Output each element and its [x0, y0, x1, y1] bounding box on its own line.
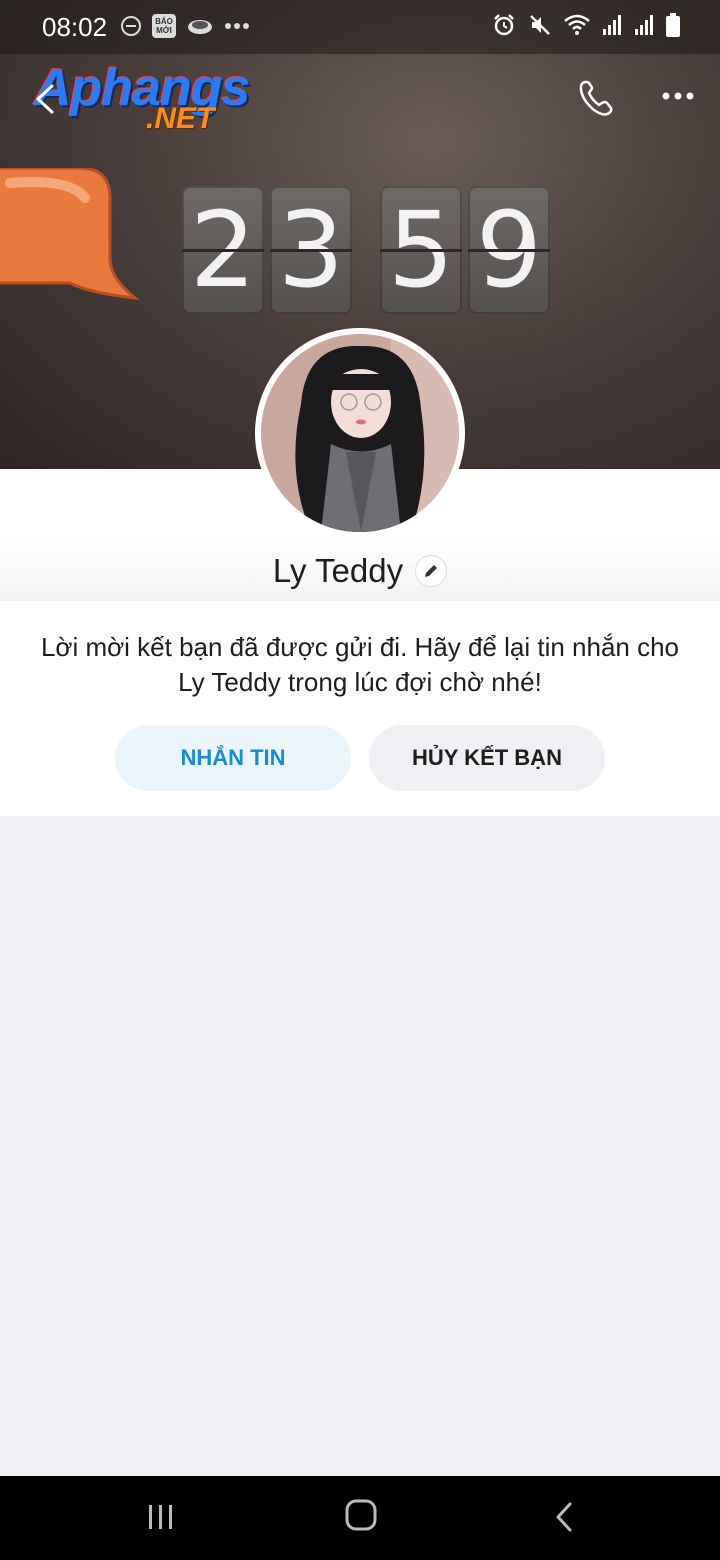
edit-name-button[interactable]: [415, 555, 448, 587]
pencil-icon: [425, 565, 438, 577]
signal-icon: [603, 15, 621, 35]
signal-icon: [635, 15, 653, 35]
bao-moi-label: BÁO: [155, 17, 173, 26]
status-bar: 08:02 BÁO MỚI: [0, 0, 720, 54]
cover-flip-clock: 2 3 5 9: [182, 186, 550, 314]
home-icon[interactable]: [344, 1498, 378, 1532]
cancel-friend-request-button[interactable]: HỦY KẾT BẠN: [369, 725, 605, 791]
phone-icon[interactable]: [576, 78, 616, 118]
profile-name: Ly Teddy: [272, 552, 404, 589]
status-time: 08:02: [42, 12, 108, 42]
watermark-logo: Aphangs .NET: [34, 58, 264, 138]
wifi-icon: [564, 14, 590, 35]
more-dots-icon: [225, 23, 249, 29]
avatar-frame[interactable]: [255, 328, 465, 538]
bao-moi-label: MỚI: [156, 26, 172, 35]
recent-apps-icon[interactable]: [146, 1502, 176, 1532]
minus-circle-icon: [121, 16, 141, 36]
avatar-photo: [261, 334, 459, 532]
profile-name-row: Ly Teddy: [0, 552, 720, 590]
clock-digit: 3: [270, 186, 352, 314]
status-right-icons: [492, 13, 680, 37]
more-options-icon[interactable]: [656, 80, 700, 112]
battery-icon: [666, 13, 680, 37]
clock-digit: 2: [182, 186, 264, 314]
avatar[interactable]: [261, 334, 459, 532]
watermark-main-text: Aphangs: [34, 59, 250, 117]
watermark-net-text: .NET: [146, 102, 215, 135]
send-message-button[interactable]: NHẮN TIN: [115, 725, 351, 791]
cloud-icon: [188, 20, 212, 34]
back-arrow-icon[interactable]: [30, 82, 64, 116]
status-left-icons: BÁO MỚI: [120, 14, 250, 38]
alarm-icon: [494, 14, 514, 36]
mute-icon: [530, 15, 550, 35]
system-back-icon[interactable]: [550, 1500, 578, 1534]
clock-digit: 9: [468, 186, 550, 314]
speech-bubble-image: [0, 168, 140, 301]
bao-moi-icon: BÁO MỚI: [152, 14, 176, 38]
friend-request-message: Lời mời kết bạn đã được gửi đi. Hãy để l…: [40, 632, 680, 697]
clock-digit: 5: [380, 186, 462, 314]
